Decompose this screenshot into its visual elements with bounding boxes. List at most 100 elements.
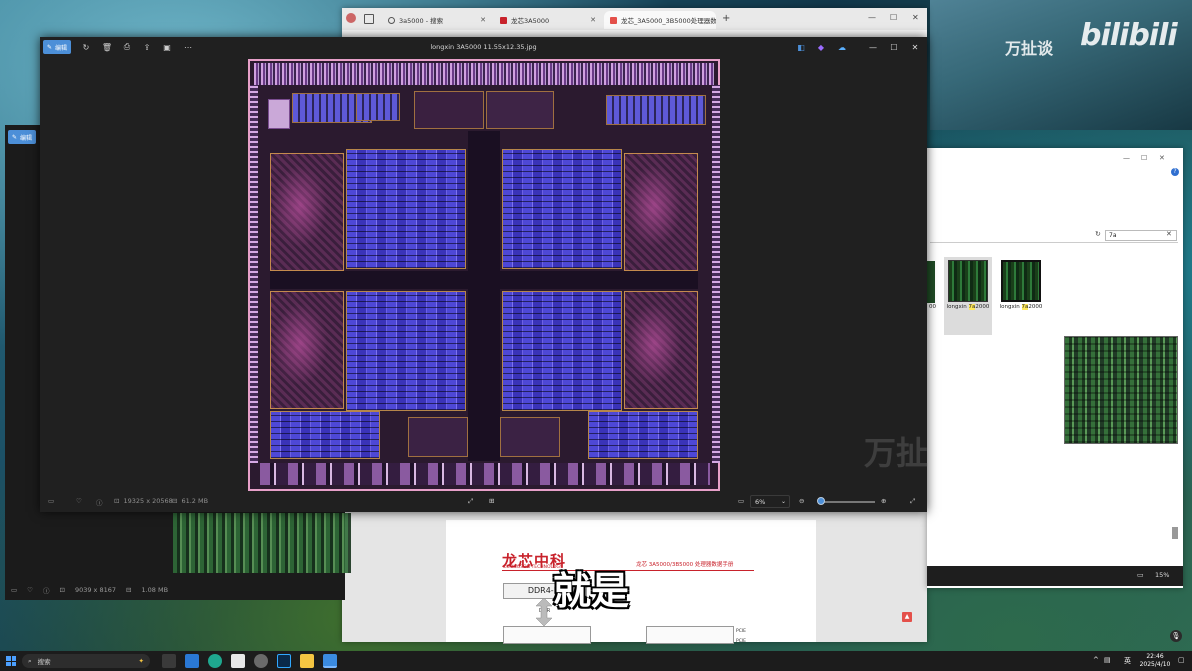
die-cache-right xyxy=(624,291,698,409)
image-dimensions: 19325 x 20568 xyxy=(123,497,173,505)
display-icon[interactable]: ▭ xyxy=(1137,571,1144,579)
fullscreen-icon[interactable]: ⤢ xyxy=(910,497,915,506)
file-thumbnail[interactable] xyxy=(948,260,988,302)
rotate-icon[interactable]: ↻ xyxy=(80,41,92,53)
image-dimensions-group: ⊡ 19325 x 20568 xyxy=(114,497,173,505)
window-close-button[interactable]: ✕ xyxy=(1159,154,1165,162)
die-block xyxy=(408,417,468,457)
print-icon[interactable]: ⎙ xyxy=(121,41,133,53)
photo-viewer-window: longxin 3A5000 11.55x12.35.jpg ✎ 编辑 ↻ 🗑 … xyxy=(40,37,927,512)
edit-photo-icon[interactable]: ◧ xyxy=(795,41,807,53)
notification-icon[interactable]: ▢ xyxy=(1178,656,1185,664)
image-dimensions: 9039 x 8167 xyxy=(74,586,117,594)
die-io-bottom xyxy=(260,463,710,485)
refresh-icon[interactable]: ↻ xyxy=(1095,230,1101,238)
new-tab-button[interactable]: + xyxy=(722,13,730,24)
search-placeholder: 搜索 xyxy=(37,658,51,666)
ime-indicator[interactable]: 英 xyxy=(1124,656,1131,666)
die-cache-left xyxy=(270,291,344,409)
copilot-app-icon[interactable] xyxy=(185,654,199,668)
die-block xyxy=(486,91,554,129)
window-minimize-button[interactable]: — xyxy=(868,13,876,22)
more-icon[interactable]: ⋯ xyxy=(182,41,194,53)
pdf-page: 龙芯中科 LOONGSON TECHNOLOGY 龙芯 3A5000/3B500… xyxy=(446,520,816,644)
window-minimize-button[interactable]: — xyxy=(1123,154,1130,162)
preview-pane-image xyxy=(1064,336,1178,444)
edge-icon[interactable] xyxy=(208,654,222,668)
display-icon[interactable]: ▭ xyxy=(11,586,17,594)
network-icon[interactable]: ▤ xyxy=(1104,656,1111,664)
diagram-box-right xyxy=(646,626,734,644)
edit-button[interactable]: ✎ 编辑 xyxy=(43,40,72,54)
system-clock[interactable]: 22:46 2025/4/10 xyxy=(1135,653,1175,669)
store-icon[interactable] xyxy=(231,654,245,668)
edit-button[interactable]: ✎ 编辑 xyxy=(8,130,37,144)
die-block xyxy=(588,411,698,459)
viewer-title: longxin 3A5000 11.55x12.35.jpg xyxy=(430,43,537,51)
die-io-left xyxy=(250,85,258,463)
zoom-slider-track[interactable] xyxy=(820,501,875,503)
dimension-icon: ⊡ xyxy=(114,497,120,505)
photoshop-icon[interactable] xyxy=(277,654,291,668)
taskbar-search[interactable]: ⌕ 搜索 ✦ xyxy=(22,654,150,668)
file-explorer-icon[interactable] xyxy=(300,654,314,668)
file-label-pre: longxin xyxy=(999,304,1022,310)
fit-icon[interactable]: ⤢ xyxy=(468,497,473,506)
bilibili-logo: bilibili xyxy=(1080,18,1178,53)
share-icon[interactable]: ⇪ xyxy=(141,41,153,53)
zoom-slider-handle[interactable] xyxy=(817,497,825,505)
tab-loongson[interactable]: 龙芯3A5000 ✕ xyxy=(494,11,602,29)
clock-date: 2025/4/10 xyxy=(1139,661,1171,668)
settings-icon[interactable] xyxy=(254,654,268,668)
photos-icon[interactable] xyxy=(323,654,337,668)
scrollbar-thumb[interactable] xyxy=(1172,527,1178,539)
zoom-dropdown[interactable]: 6% ⌄ xyxy=(750,495,790,508)
window-close-button[interactable]: ✕ xyxy=(912,13,919,22)
slideshow-icon[interactable]: ▣ xyxy=(161,41,173,53)
profile-icon[interactable] xyxy=(346,13,356,23)
actual-size-icon[interactable]: ⊞ xyxy=(489,497,494,505)
viewer-status-bar: ▭ ♡ ⓘ ⊡ 19325 x 20568 ⊟ 61.2 MB ⤢ ⊞ ▭ 6%… xyxy=(40,492,927,512)
zoom-in-icon[interactable]: ⊕ xyxy=(881,497,886,505)
explorer-status-bar: ▭ 15% xyxy=(927,566,1183,586)
pcie-label-2: PCIE xyxy=(736,639,747,644)
window-maximize-button[interactable]: ☐ xyxy=(887,40,901,54)
file-thumbnail[interactable] xyxy=(1001,260,1041,302)
display-icon[interactable]: ▭ xyxy=(48,497,54,505)
tab-search[interactable]: 3a5000 - 搜索 ✕ xyxy=(382,11,492,29)
double-arrow-icon xyxy=(534,597,554,627)
view-mode-icon[interactable]: ▭ xyxy=(738,497,744,505)
help-icon[interactable]: ? xyxy=(1171,168,1179,176)
microphone-icon[interactable]: 🎙 xyxy=(1170,630,1182,642)
file-size-icon: ⊟ xyxy=(126,586,132,594)
window-maximize-button[interactable]: ☐ xyxy=(1141,154,1147,162)
file-size-group: ⊟ 61.2 MB xyxy=(172,497,208,505)
window-maximize-button[interactable]: ☐ xyxy=(890,13,897,22)
window-close-button[interactable]: ✕ xyxy=(908,40,922,54)
clear-search-icon[interactable]: ✕ xyxy=(1166,230,1172,238)
pcie-label-1: PCIE xyxy=(736,629,747,634)
file-label-post: 2000 xyxy=(975,304,990,310)
zoom-out-icon[interactable]: ⊖ xyxy=(799,497,804,505)
info-icon[interactable]: ⓘ xyxy=(43,585,50,595)
onedrive-icon[interactable]: ☁ xyxy=(836,41,848,53)
task-view-icon[interactable] xyxy=(162,654,176,668)
chevron-up-icon[interactable]: ^ xyxy=(1093,656,1099,664)
close-icon[interactable]: ✕ xyxy=(480,16,486,24)
delete-icon[interactable]: 🗑 xyxy=(101,41,113,53)
window-minimize-button[interactable]: — xyxy=(866,40,880,54)
tab-datasheet[interactable]: 龙芯_3A5000_3B5000处理器数据手 ✕ xyxy=(604,11,716,29)
site-favicon-icon xyxy=(500,16,507,24)
heart-icon[interactable]: ♡ xyxy=(27,586,33,594)
copilot-icon[interactable]: ◆ xyxy=(815,41,827,53)
start-icon[interactable] xyxy=(6,656,16,666)
zoom-level[interactable]: 15% xyxy=(1155,571,1169,579)
tab-actions-icon[interactable] xyxy=(364,14,374,24)
heart-icon[interactable]: ♡ xyxy=(76,497,82,505)
edit-icon: ✎ xyxy=(12,133,18,141)
close-icon[interactable]: ✕ xyxy=(590,16,596,24)
pdf-app-icon[interactable]: ▲ xyxy=(902,612,912,622)
info-icon[interactable]: ⓘ xyxy=(96,497,103,507)
partial-thumb xyxy=(927,261,935,303)
tab-label: 龙芯_3A5000_3B5000处理器数据手 xyxy=(621,17,716,25)
